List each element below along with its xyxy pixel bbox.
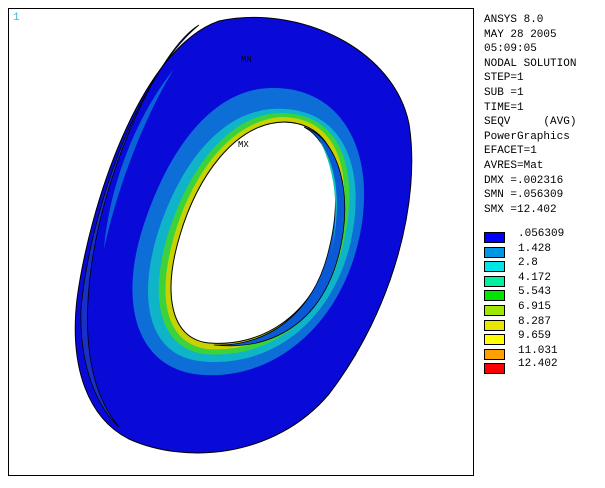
legend-value: 9.659 bbox=[518, 330, 552, 343]
graphics-viewport[interactable]: 1 MN MX bbox=[8, 8, 474, 476]
dmx-label: DMX =.002316 bbox=[484, 174, 564, 187]
legend-value: 4.172 bbox=[518, 271, 552, 284]
legend-value: 8.287 bbox=[518, 315, 552, 328]
time-value-label: TIME=1 bbox=[484, 101, 524, 114]
legend-swatch bbox=[484, 348, 505, 360]
legend-max-value: 12.402 bbox=[518, 358, 558, 370]
smn-label: SMN =.056309 bbox=[484, 189, 564, 202]
result-label: SEQV (AVG) bbox=[484, 116, 577, 129]
legend-swatch bbox=[484, 246, 505, 258]
smx-label: SMX =12.402 bbox=[484, 203, 557, 216]
legend-swatch bbox=[484, 275, 505, 287]
legend-swatch bbox=[484, 363, 505, 375]
step-label: STEP=1 bbox=[484, 72, 524, 85]
date-label: MAY 28 2005 bbox=[484, 28, 557, 41]
legend-swatch bbox=[484, 334, 505, 346]
legend-swatch bbox=[484, 261, 505, 273]
avres-label: AVRES=Mat bbox=[484, 159, 544, 172]
legend-swatch bbox=[484, 232, 505, 243]
max-marker: MX bbox=[238, 140, 249, 150]
efacet-label: EFACET=1 bbox=[484, 145, 537, 158]
legend-swatch bbox=[484, 319, 505, 331]
ring-model bbox=[74, 17, 413, 454]
info-panel: ANSYS 8.0 MAY 28 2005 05:09:05 NODAL SOLUTI… bbox=[484, 13, 576, 217]
min-marker: MN bbox=[241, 55, 252, 65]
legend-value: .056309 bbox=[518, 228, 565, 240]
substep-label: SUB =1 bbox=[484, 86, 524, 99]
solution-type-label: NODAL SOLUTION bbox=[484, 57, 577, 70]
legend-value: 6.915 bbox=[518, 300, 552, 313]
time-label: 05:09:05 bbox=[484, 43, 537, 56]
graphics-label: PowerGraphics bbox=[484, 130, 570, 143]
legend-value: 2.8 bbox=[518, 257, 538, 270]
legend-swatch bbox=[484, 290, 505, 302]
program-label: ANSYS 8.0 bbox=[484, 14, 544, 26]
legend-swatch bbox=[484, 304, 505, 316]
legend-value: 5.543 bbox=[518, 286, 552, 299]
legend-value: 1.428 bbox=[518, 242, 552, 255]
